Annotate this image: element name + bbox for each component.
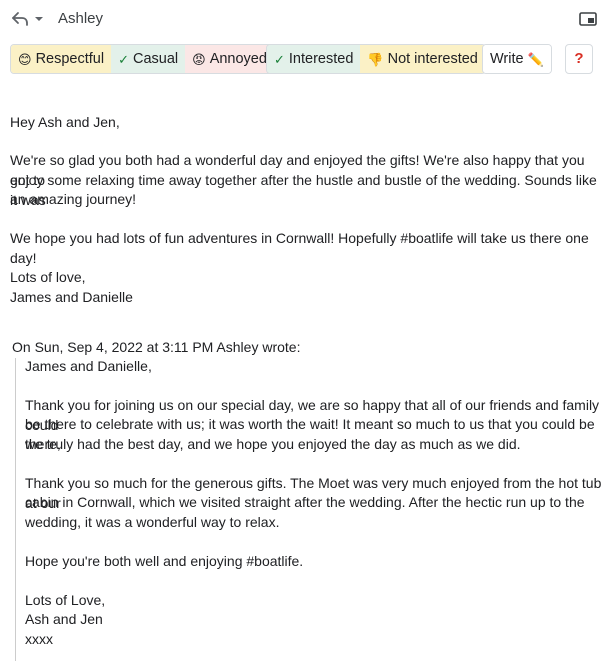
quoted-kisses: xxxx bbox=[25, 631, 53, 647]
draft-paragraph: We hope you had lots of fun adventures i… bbox=[10, 230, 589, 266]
draft-signature: James and Danielle bbox=[10, 289, 133, 305]
reply-icon[interactable] bbox=[10, 9, 30, 29]
check-icon: ✓ bbox=[118, 51, 129, 67]
quoted-greeting: James and Danielle, bbox=[25, 358, 152, 374]
pop-out-icon[interactable] bbox=[579, 11, 597, 27]
quote-divider bbox=[15, 358, 16, 661]
angry-face-icon: 😡 bbox=[192, 51, 206, 67]
write-group: Write ✏️ bbox=[482, 44, 552, 74]
casual-chip[interactable]: ✓ Casual bbox=[111, 45, 186, 73]
draft-paragraph-line: an amazing journey! bbox=[10, 191, 137, 207]
annoyed-label: Annoyed bbox=[209, 51, 267, 67]
quoted-line: Hope you're both well and enjoying #boat… bbox=[25, 553, 304, 569]
compose-header: Ashley bbox=[0, 0, 605, 38]
help-button[interactable]: ? bbox=[565, 44, 593, 74]
thumbs-down-icon: 👎 bbox=[367, 51, 384, 67]
write-button[interactable]: Write ✏️ bbox=[483, 45, 551, 73]
quoted-line: wedding, it was a wonderful way to relax… bbox=[25, 514, 280, 530]
interested-label: Interested bbox=[288, 51, 354, 67]
draft-signoff: Lots of love, bbox=[10, 269, 86, 285]
tone-group: 😊 Respectful ✓ Casual 😡 Annoyed bbox=[10, 44, 275, 74]
quoted-line: cabin in Cornwall, which we visited stra… bbox=[25, 494, 585, 510]
interest-group: ✓ Interested 👎 Not interested bbox=[266, 44, 486, 74]
annoyed-chip[interactable]: 😡 Annoyed bbox=[185, 45, 274, 73]
recipient-name[interactable]: Ashley bbox=[58, 10, 103, 27]
casual-label: Casual bbox=[132, 51, 179, 67]
tone-toolbar: 😊 Respectful ✓ Casual 😡 Annoyed ✓ Intere… bbox=[0, 44, 605, 76]
quoted-signature: Ash and Jen bbox=[25, 611, 103, 627]
respectful-label: Respectful bbox=[35, 51, 105, 67]
not-interested-chip[interactable]: 👎 Not interested bbox=[360, 45, 485, 73]
respectful-chip[interactable]: 😊 Respectful bbox=[11, 45, 112, 73]
quoted-signoff: Lots of Love, bbox=[25, 592, 106, 608]
check-icon: ✓ bbox=[274, 51, 285, 67]
chevron-down-icon[interactable] bbox=[34, 15, 44, 23]
draft-greeting: Hey Ash and Jen, bbox=[10, 114, 120, 130]
write-label: Write bbox=[490, 51, 524, 67]
interested-chip[interactable]: ✓ Interested bbox=[267, 45, 361, 73]
smile-icon: 😊 bbox=[18, 51, 32, 67]
quoted-line: we truly had the best day, and we hope y… bbox=[25, 436, 521, 452]
quote-attribution: On Sun, Sep 4, 2022 at 3:11 PM Ashley wr… bbox=[12, 339, 301, 355]
not-interested-label: Not interested bbox=[387, 51, 478, 67]
pencil-icon: ✏️ bbox=[527, 51, 544, 67]
